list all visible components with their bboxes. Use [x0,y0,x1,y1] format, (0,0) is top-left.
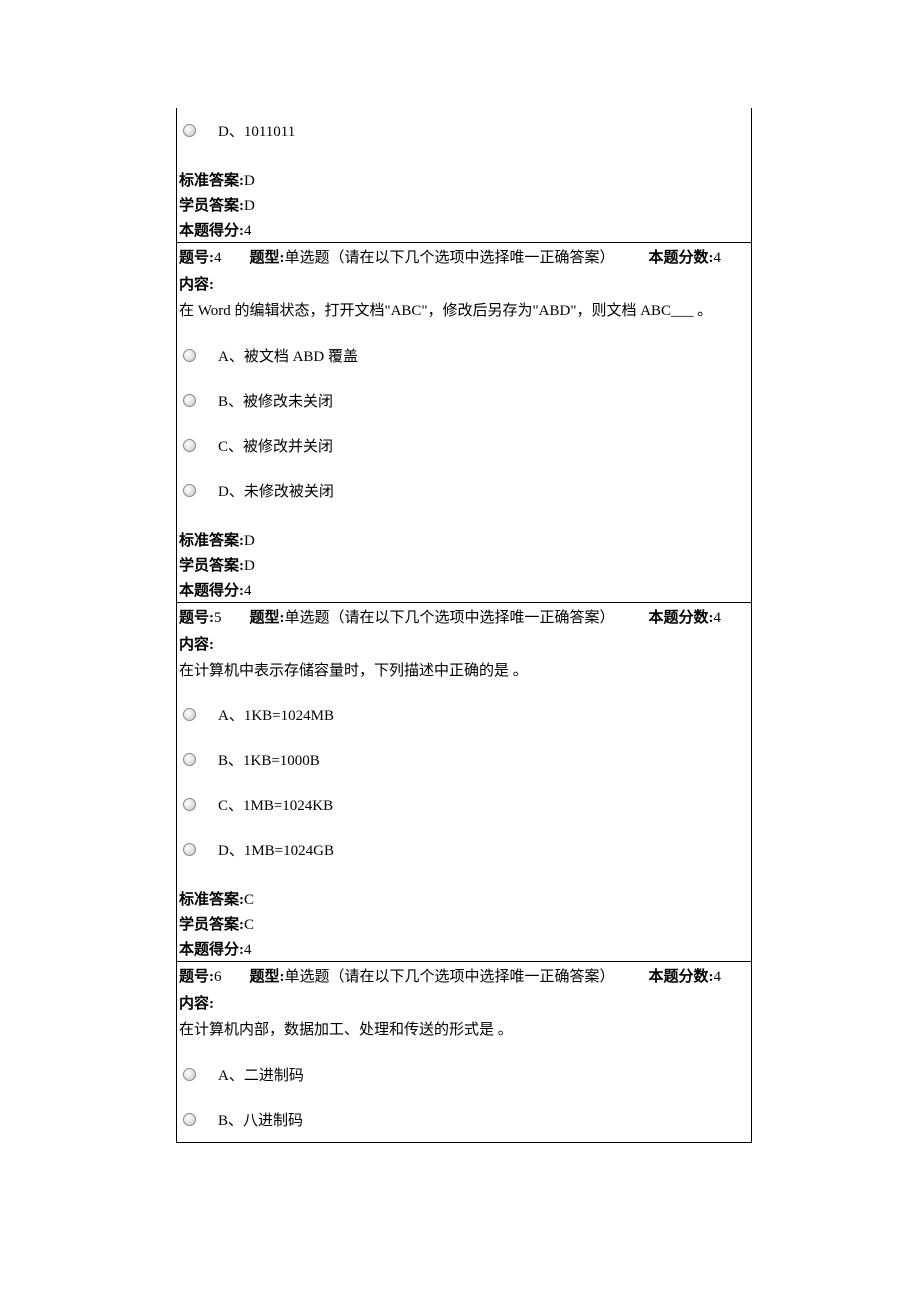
qno-value: 6 [214,969,222,985]
option-text: C、被修改并关闭 [218,435,333,456]
qno-value: 5 [214,610,222,626]
qno-value: 4 [214,250,222,266]
option-text: D、1011011 [218,120,295,141]
content-label: 内容: [177,630,751,657]
option-text: C、1MB=1024KB [218,794,333,815]
fullscore-label: 本题分数: [649,610,714,626]
qtype-label: 题型: [250,610,285,626]
score-value: 4 [244,942,252,958]
option-row-c[interactable]: C、1MB=1024KB [177,782,751,827]
question-header: 题号:6 题型:单选题（请在以下几个选项中选择唯一正确答案） 本题分数:4 [177,962,751,989]
question-text: 在计算机中表示存储容量时，下列描述中正确的是 。 [177,657,751,693]
score-line: 本题得分:4 [177,936,751,961]
option-row-c[interactable]: C、被修改并关闭 [177,423,751,468]
option-row-a[interactable]: A、被文档 ABD 覆盖 [177,333,751,378]
option-text: B、八进制码 [218,1109,303,1130]
student-answer-label: 学员答案: [179,917,244,933]
option-text: D、未修改被关闭 [218,480,334,501]
standard-answer-value: D [244,173,255,189]
radio-icon[interactable] [183,439,196,452]
option-text: A、被文档 ABD 覆盖 [218,345,358,366]
question-header: 题号:5 题型:单选题（请在以下几个选项中选择唯一正确答案） 本题分数:4 [177,603,751,630]
student-answer-line: 学员答案:D [177,192,751,217]
option-row-d[interactable]: D、未修改被关闭 [177,468,751,513]
fullscore-value: 4 [714,250,722,266]
option-text: B、被修改未关闭 [218,390,333,411]
standard-answer-value: C [244,892,254,908]
student-answer-line: 学员答案:D [177,552,751,577]
radio-icon[interactable] [183,124,196,137]
fullscore-label: 本题分数: [649,250,714,266]
document-container: D、1011011 标准答案:D 学员答案:D 本题得分:4 题号:4题型:单选… [176,108,752,1143]
qno-label: 题号: [179,610,214,626]
score-label: 本题得分: [179,223,244,239]
student-answer-value: C [244,917,254,933]
fullscore-value: 4 [714,969,722,985]
radio-icon[interactable] [183,843,196,856]
content-label: 内容: [177,989,751,1016]
fullscore-value: 4 [714,610,722,626]
question-block-4: 题号:4题型:单选题（请在以下几个选项中选择唯一正确答案）本题分数:4 内容: … [177,242,751,602]
question-text: 在计算机内部，数据加工、处理和传送的形式是 。 [177,1016,751,1052]
score-value: 4 [244,583,252,599]
score-value: 4 [244,223,252,239]
question-block-partial: D、1011011 标准答案:D 学员答案:D 本题得分:4 [177,108,751,242]
qtype-value: 单选题（请在以下几个选项中选择唯一正确答案） [285,610,615,626]
student-answer-line: 学员答案:C [177,911,751,936]
qtype-value: 单选题（请在以下几个选项中选择唯一正确答案） [285,969,615,985]
option-text: A、二进制码 [218,1064,304,1085]
option-text: D、1MB=1024GB [218,839,334,860]
radio-icon[interactable] [183,1068,196,1081]
student-answer-value: D [244,558,255,574]
radio-icon[interactable] [183,753,196,766]
fullscore-label: 本题分数: [649,969,714,985]
radio-icon[interactable] [183,394,196,407]
option-text: A、1KB=1024MB [218,704,334,725]
option-row-d[interactable]: D、1011011 [177,108,751,153]
question-block-6: 题号:6题型:单选题（请在以下几个选项中选择唯一正确答案）本题分数:4 内容: … [177,961,751,1142]
qtype-label: 题型: [250,969,285,985]
option-row-a[interactable]: A、二进制码 [177,1052,751,1097]
qtype-label: 题型: [250,250,285,266]
radio-icon[interactable] [183,349,196,362]
qno-label: 题号: [179,969,214,985]
student-answer-label: 学员答案: [179,558,244,574]
qno-label: 题号: [179,250,214,266]
standard-answer-label: 标准答案: [179,173,244,189]
standard-answer-label: 标准答案: [179,892,244,908]
option-row-b[interactable]: B、1KB=1000B [177,737,751,782]
standard-answer-line: 标准答案:D [177,167,751,192]
radio-icon[interactable] [183,798,196,811]
radio-icon[interactable] [183,1113,196,1126]
standard-answer-value: D [244,533,255,549]
option-row-b[interactable]: B、被修改未关闭 [177,378,751,423]
score-label: 本题得分: [179,942,244,958]
standard-answer-label: 标准答案: [179,533,244,549]
standard-answer-line: 标准答案:D [177,527,751,552]
score-line: 本题得分:4 [177,217,751,242]
radio-icon[interactable] [183,484,196,497]
score-label: 本题得分: [179,583,244,599]
option-row-d[interactable]: D、1MB=1024GB [177,827,751,872]
student-answer-label: 学员答案: [179,198,244,214]
content-label: 内容: [177,270,751,297]
radio-icon[interactable] [183,708,196,721]
option-text: B、1KB=1000B [218,749,320,770]
option-row-a[interactable]: A、1KB=1024MB [177,692,751,737]
question-block-5: 题号:5题型:单选题（请在以下几个选项中选择唯一正确答案）本题分数:4 内容: … [177,602,751,962]
score-line: 本题得分:4 [177,577,751,602]
option-row-b[interactable]: B、八进制码 [177,1097,751,1142]
question-header: 题号:4题型:单选题（请在以下几个选项中选择唯一正确答案）本题分数:4 [177,243,751,270]
question-text: 在 Word 的编辑状态，打开文档"ABC"，修改后另存为"ABD"，则文档 A… [177,297,751,333]
student-answer-value: D [244,198,255,214]
standard-answer-line: 标准答案:C [177,886,751,911]
qtype-value: 单选题（请在以下几个选项中选择唯一正确答案） [285,250,615,266]
